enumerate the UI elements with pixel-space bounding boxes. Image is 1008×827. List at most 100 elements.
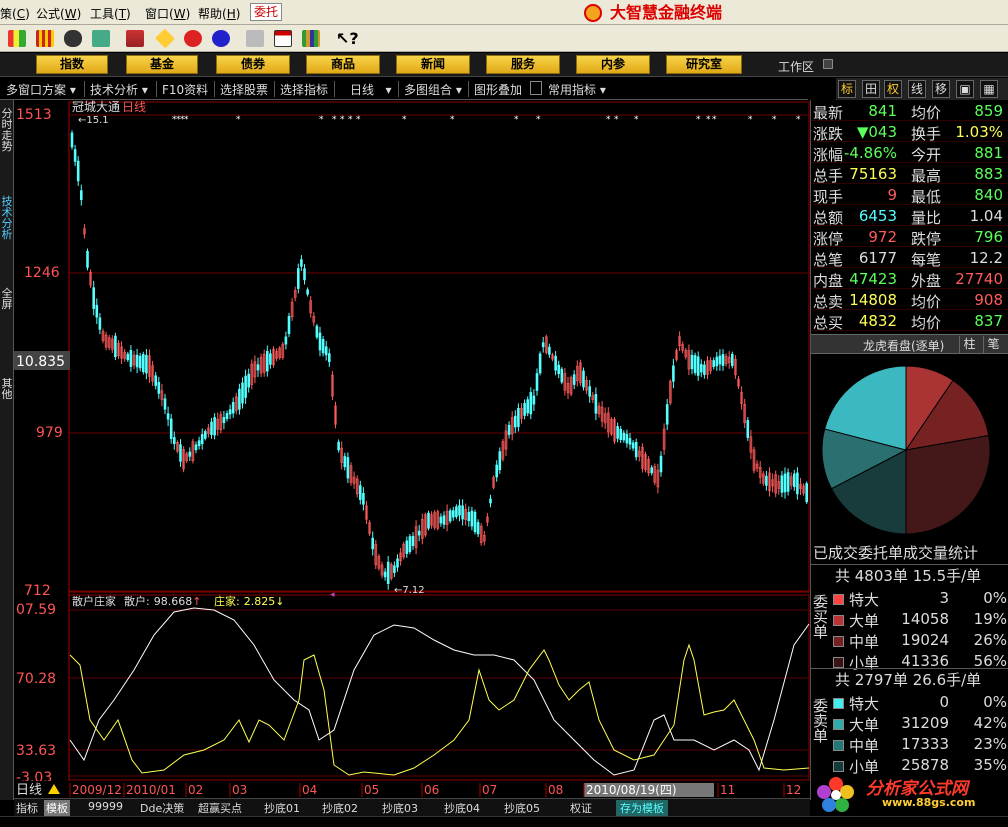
tools-icon[interactable]	[92, 30, 110, 47]
diamond-icon[interactable]	[155, 28, 175, 49]
bottom-tab[interactable]: 抄底02	[322, 800, 358, 816]
side-tab-technical[interactable]: 技术分析	[0, 196, 14, 246]
svg-text:*: *	[748, 115, 753, 125]
tab-multi-chart[interactable]: 多图组合 ▾	[404, 81, 462, 98]
date-tick: 05	[364, 783, 379, 797]
tab-daily[interactable]: 日线 ▾	[350, 81, 391, 98]
side-tab-intraday[interactable]: 分时走势	[0, 108, 14, 158]
menu-item-window[interactable]: 窗口(W)	[145, 5, 190, 22]
quote-label: 均价	[911, 104, 942, 122]
grid-icon[interactable]: 田	[862, 80, 880, 98]
bars-icon[interactable]	[36, 30, 54, 47]
quote-value: 1.04	[969, 207, 1003, 225]
menu-item-strategy[interactable]: 策(C)	[0, 5, 30, 22]
side-tab-other[interactable]: 其他	[0, 378, 14, 404]
menu-item-tools[interactable]: 工具(T)	[90, 5, 131, 22]
binoculars-icon[interactable]	[64, 30, 82, 47]
svg-text:*: *	[796, 115, 801, 125]
bottom-tab[interactable]: 存为模板	[616, 800, 668, 816]
quote-value: 47423	[849, 270, 897, 288]
bond-button[interactable]: 债券	[216, 55, 290, 74]
ind-axis-label-3: 33.63	[16, 743, 56, 759]
tab-select-stock[interactable]: 选择股票	[220, 81, 268, 98]
tab-common-indicators[interactable]: 常用指标 ▾	[548, 81, 606, 98]
order-pie-chart	[821, 365, 991, 535]
circle-icon[interactable]	[184, 30, 202, 47]
quote-label: 跌停	[911, 230, 942, 248]
dragon-bar-button[interactable]: 柱	[959, 336, 979, 353]
bottom-tab[interactable]: 抄底01	[264, 800, 300, 816]
legend-swatch	[833, 761, 844, 772]
dragon-tick-button[interactable]: 笔	[983, 336, 1003, 353]
high-price-label: ←15.1	[78, 115, 109, 126]
window-icon[interactable]: ▣	[956, 80, 974, 98]
tab-tech-analysis[interactable]: 技术分析 ▾	[90, 81, 148, 98]
workspace-label[interactable]: 工作区	[778, 58, 814, 75]
svg-text:*: *	[606, 115, 611, 125]
bottom-tab[interactable]: 超赢买点	[198, 800, 242, 816]
dealer-label: 庄家: 2.825↓	[214, 594, 284, 608]
fund-button[interactable]: 基金	[126, 55, 198, 74]
sell-side-label: 委卖单	[813, 697, 829, 745]
date-tick: 06	[424, 783, 439, 797]
quote-label: 最新	[813, 104, 844, 122]
quote-value: 6177	[858, 249, 897, 267]
svg-text:*: *	[340, 115, 345, 125]
side-tab-fullscreen[interactable]: 全屏	[0, 288, 14, 314]
insider-button[interactable]: 内参	[576, 55, 650, 74]
date-tick: 07	[482, 783, 497, 797]
research-button[interactable]: 研究室	[666, 55, 742, 74]
dragon-title: 龙虎看盘(逐单)	[863, 339, 945, 353]
tab-multi-window[interactable]: 多窗口方案 ▾	[6, 81, 76, 98]
svg-text:*: *	[332, 115, 337, 125]
menu-item-formula[interactable]: 公式(W)	[36, 5, 81, 22]
bottom-tab[interactable]: 指标	[16, 800, 38, 816]
bottom-tab[interactable]: 抄底04	[444, 800, 480, 816]
quote-label: 涨停	[813, 230, 844, 248]
service-button[interactable]: 服务	[486, 55, 560, 74]
svg-text:*: *	[536, 115, 541, 125]
lock-icon[interactable]	[530, 81, 542, 95]
tool-mark[interactable]: 标	[838, 80, 856, 98]
date-tick: 08	[548, 783, 563, 797]
tab-select-indicator[interactable]: 选择指标	[280, 81, 328, 98]
layout-icon[interactable]	[274, 30, 292, 47]
tool-move[interactable]: 移	[932, 80, 950, 98]
bottom-tab[interactable]: 99999	[88, 800, 123, 813]
dragon-watch-header: 龙虎看盘(逐单) 柱 笔	[811, 334, 1008, 354]
tool-rights[interactable]: 权	[884, 80, 902, 98]
tool-line[interactable]: 线	[908, 80, 926, 98]
right-toolbar: 标 田 权 线 移 ▣ ▦	[836, 78, 1008, 100]
books-icon[interactable]	[302, 30, 320, 47]
entrust-button[interactable]: 委托	[250, 3, 283, 21]
watermark-url: www.88gs.com	[882, 796, 976, 809]
index-button[interactable]: 指数	[36, 55, 108, 74]
workspace-dropdown-icon[interactable]	[823, 59, 833, 69]
news-icon[interactable]	[126, 30, 144, 47]
commodity-button[interactable]: 商品	[306, 55, 380, 74]
bottom-tab[interactable]: 模板	[44, 800, 70, 816]
svg-text:*: *	[356, 115, 361, 125]
kline-chart[interactable]: * * * * * * * * * * * * * * * * * * * * * * *◂ 1513 1246 979 7…	[14, 100, 810, 798]
tab-overlay[interactable]: 图形叠加	[474, 81, 522, 98]
layout-grid-icon[interactable]: ▦	[980, 80, 998, 98]
buy-side-label: 委买单	[813, 593, 829, 641]
info-icon[interactable]	[212, 30, 230, 47]
news-button[interactable]: 新闻	[396, 55, 470, 74]
svg-text:*: *	[402, 115, 407, 125]
flag-icon[interactable]	[8, 30, 26, 47]
menu-item-help[interactable]: 帮助(H)	[198, 5, 240, 22]
bottom-tab[interactable]: Dde决策	[140, 800, 184, 816]
print-icon[interactable]	[246, 30, 264, 47]
bottom-tab[interactable]: 权证	[570, 800, 592, 816]
order-count: 31209	[901, 714, 949, 732]
bottom-tab[interactable]: 抄底03	[382, 800, 418, 816]
help-cursor-icon[interactable]: ↖?	[336, 30, 359, 47]
quote-value: -4.86%	[843, 144, 897, 162]
bottom-tab[interactable]: 抄底05	[504, 800, 540, 816]
svg-text:*: *	[614, 115, 619, 125]
period-label: 日线	[16, 783, 42, 798]
ind-axis-label-1: 07.59	[16, 602, 56, 618]
tab-f10[interactable]: F10资料	[162, 81, 208, 98]
retail-label: 散户: 98.668↑	[124, 594, 201, 608]
